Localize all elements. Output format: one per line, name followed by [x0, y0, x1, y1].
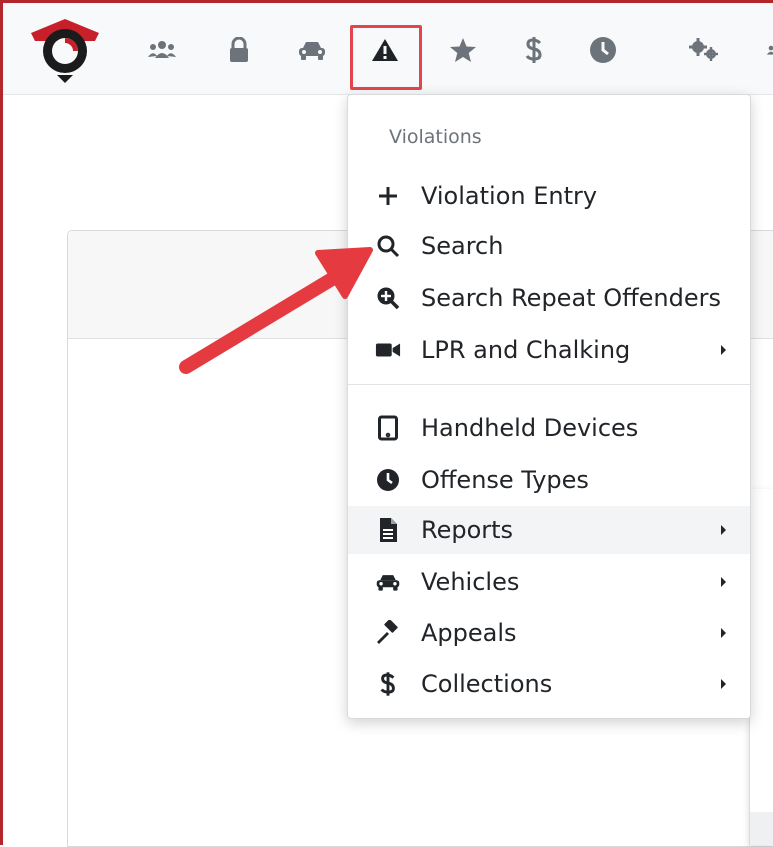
dropdown-header: Violations: [389, 126, 482, 148]
gears-icon[interactable]: [687, 33, 721, 67]
submenu-caret-icon: [721, 577, 726, 587]
app-logo[interactable]: [27, 15, 103, 87]
menu-item-search-repeat-offenders[interactable]: Search Repeat Offenders: [348, 274, 750, 322]
active-nav-highlight: [350, 25, 422, 90]
users-icon[interactable]: [145, 33, 179, 67]
reports-submenu-edge: [749, 489, 773, 845]
menu-item-handheld-devices[interactable]: Handheld Devices: [348, 404, 750, 452]
submenu-caret-icon: [721, 345, 726, 355]
file-icon: [375, 517, 401, 543]
menu-item-appeals[interactable]: Appeals: [348, 609, 750, 657]
violations-dropdown: Violations Violation Entry Search Search…: [347, 94, 751, 719]
search-icon: [375, 233, 401, 259]
search-plus-icon: [375, 285, 401, 311]
submenu-strip: [750, 812, 773, 845]
menu-item-violation-entry[interactable]: Violation Entry: [348, 172, 750, 220]
menu-item-reports[interactable]: Reports: [348, 506, 750, 554]
menu-divider: [348, 384, 750, 385]
submenu-caret-icon: [721, 628, 726, 638]
clock-icon[interactable]: [586, 33, 620, 67]
plus-icon: [375, 183, 401, 209]
menu-item-vehicles[interactable]: Vehicles: [348, 558, 750, 606]
menu-item-label: Search Repeat Offenders: [421, 284, 721, 312]
user-icon[interactable]: [758, 33, 773, 67]
car-icon: [375, 569, 401, 595]
menu-item-label: Vehicles: [421, 568, 520, 596]
menu-item-label: Reports: [421, 516, 514, 544]
dollar-icon: [375, 671, 401, 697]
car-icon[interactable]: [295, 33, 329, 67]
clock-icon: [375, 467, 401, 493]
gavel-icon: [375, 620, 401, 646]
menu-item-label: Handheld Devices: [421, 414, 639, 442]
menu-item-offense-types[interactable]: Offense Types: [348, 456, 750, 504]
menu-item-label: Search: [421, 232, 504, 260]
menu-item-label: Collections: [421, 670, 553, 698]
menu-item-label: Offense Types: [421, 466, 589, 494]
menu-item-label: LPR and Chalking: [421, 336, 631, 364]
top-nav-bar: [3, 3, 773, 95]
lock-icon[interactable]: [222, 33, 256, 67]
menu-item-label: Violation Entry: [421, 182, 598, 210]
star-icon[interactable]: [446, 33, 480, 67]
video-icon: [375, 337, 401, 363]
menu-item-collections[interactable]: Collections: [348, 660, 750, 708]
menu-item-search[interactable]: Search: [348, 222, 750, 270]
submenu-caret-icon: [721, 679, 726, 689]
menu-item-lpr-and-chalking[interactable]: LPR and Chalking: [348, 326, 750, 374]
submenu-caret-icon: [721, 525, 726, 535]
dollar-icon[interactable]: [517, 33, 551, 67]
tablet-icon: [375, 415, 401, 441]
menu-item-label: Appeals: [421, 619, 517, 647]
